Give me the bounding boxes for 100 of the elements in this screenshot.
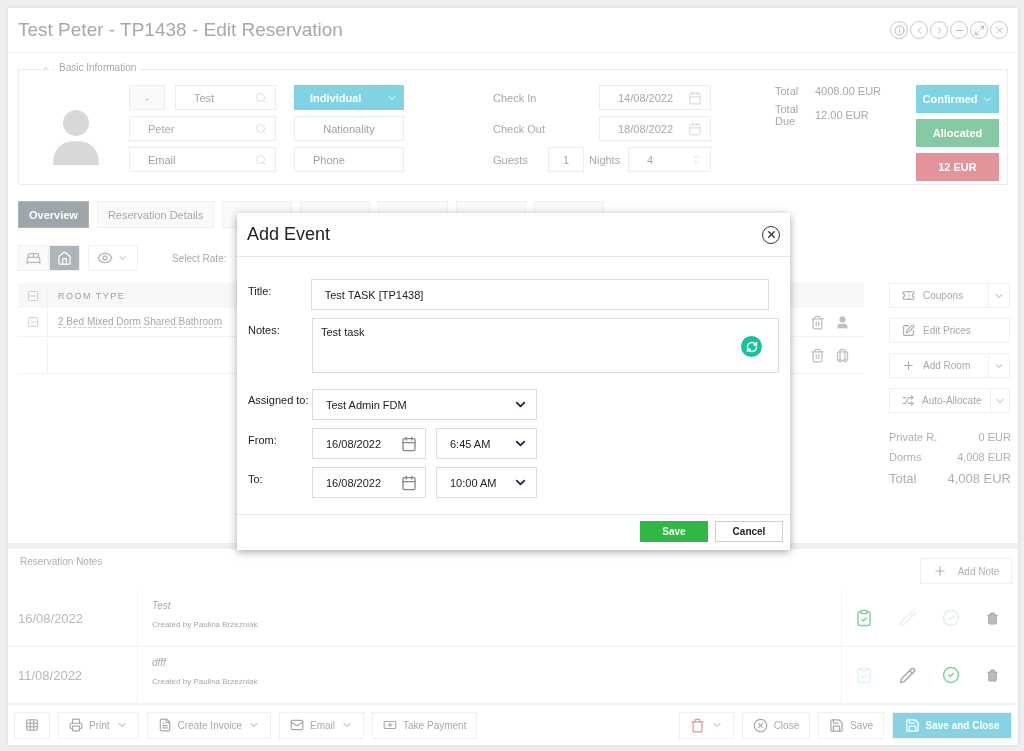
delete-button[interactable]	[678, 711, 734, 739]
save-button[interactable]: Save	[640, 521, 708, 542]
salutation-field[interactable]: -	[129, 85, 165, 110]
summary-value: 4,008 EUR	[957, 451, 1011, 463]
trash-icon[interactable]	[810, 314, 825, 330]
clipboard-check-icon[interactable]	[855, 609, 873, 627]
nights-field[interactable]: 4	[628, 147, 711, 172]
from-date-field[interactable]: 16/08/2022	[312, 428, 426, 459]
tab[interactable]: Overview	[18, 201, 89, 228]
section-title: Basic Information	[55, 62, 141, 73]
bed-view-button[interactable]	[18, 245, 49, 271]
minus-square-icon[interactable]	[26, 289, 39, 302]
trash-icon[interactable]	[986, 668, 999, 682]
luggage-icon[interactable]	[835, 347, 850, 363]
collapse-icon[interactable]	[41, 64, 51, 74]
room-type-link[interactable]: 2 Bed Mixed Dorm Shared Bathroom	[58, 316, 222, 328]
search-icon	[255, 122, 267, 135]
print-button[interactable]: Print	[58, 711, 139, 739]
visibility-button[interactable]	[88, 245, 138, 271]
save-and-close-button[interactable]: Save and Close	[892, 711, 1012, 739]
ticket-icon	[902, 289, 915, 302]
previous-button[interactable]	[910, 21, 928, 39]
first-name-field[interactable]: Test	[175, 85, 276, 110]
assigned-label: Assigned to:	[248, 393, 310, 408]
pencil-icon[interactable]	[899, 666, 916, 684]
note-text: dfff	[152, 657, 168, 668]
eye-icon	[97, 250, 113, 266]
search-icon	[255, 91, 267, 104]
nationality-field[interactable]: Nationality	[294, 116, 404, 141]
save-icon	[904, 717, 920, 733]
document-icon	[157, 718, 172, 732]
person-icon[interactable]	[835, 314, 850, 330]
tab[interactable]: Reservation Details	[96, 201, 215, 228]
expand-icon	[973, 24, 985, 36]
info-button[interactable]	[890, 21, 908, 39]
title-field[interactable]: Test TASK [TP1438]	[310, 279, 769, 310]
trash-icon	[689, 717, 705, 733]
note-text: Test	[152, 600, 172, 611]
assignee-select[interactable]: Test Admin FDM	[312, 389, 537, 420]
notes-label: Notes:	[248, 323, 281, 338]
trash-icon[interactable]	[810, 347, 825, 363]
status-button[interactable]: Allocated	[916, 119, 999, 147]
to-time-select[interactable]: 10:00 AM	[436, 467, 537, 498]
clipboard-check-icon[interactable]	[855, 666, 873, 684]
close-button[interactable]: Close	[741, 711, 811, 739]
guests-field[interactable]: 1	[548, 147, 584, 172]
from-label: From:	[248, 433, 278, 448]
home-view-button[interactable]	[49, 245, 80, 271]
minimize-button[interactable]	[950, 21, 968, 39]
save-button[interactable]: Save	[818, 711, 884, 739]
note-author: Created by Paulina Brzezniak	[152, 620, 259, 629]
nights-label: Nights	[589, 153, 622, 166]
minus-square-icon[interactable]	[26, 316, 39, 328]
close-button[interactable]	[762, 225, 780, 244]
add-note-button[interactable]: Add Note	[920, 558, 1012, 584]
grammar-icon[interactable]	[741, 336, 762, 357]
expand-button[interactable]	[970, 21, 988, 39]
to-label: To:	[248, 472, 264, 487]
next-button[interactable]	[930, 21, 948, 39]
window-title: Test Peter - TP1438 - Edit Reservation	[18, 19, 343, 41]
cancel-button[interactable]: Cancel	[715, 521, 783, 542]
last-name-field[interactable]: Peter	[129, 116, 276, 141]
search-icon	[255, 153, 267, 166]
status-button[interactable]: 12 EUR	[916, 153, 999, 181]
note-date: 16/08/2022	[8, 590, 138, 646]
summary-label: Private R.	[889, 431, 938, 443]
avatar-silhouette	[51, 107, 101, 165]
summary-value: 4,008 EUR	[947, 471, 1011, 486]
from-time-select[interactable]: 6:45 AM	[436, 428, 537, 459]
phone-field[interactable]: Phone	[294, 147, 404, 172]
check-out-field[interactable]: 18/08/2022	[599, 116, 711, 141]
summary-label: Total	[889, 471, 917, 486]
action-button[interactable]: Coupons	[889, 283, 1010, 308]
invoice-button[interactable]: Create Invoice	[146, 711, 272, 739]
action-button[interactable]: Auto-Allocate	[889, 388, 1010, 413]
action-button[interactable]: Edit Prices	[889, 318, 1010, 343]
calendar-icon[interactable]	[401, 435, 417, 452]
save-icon	[829, 717, 845, 733]
calendar-icon[interactable]	[401, 474, 417, 491]
payment-button[interactable]: Take Payment	[372, 711, 478, 739]
email-button[interactable]: Email	[279, 711, 365, 739]
summary-label: Dorms	[889, 451, 922, 463]
email-field[interactable]: Email	[129, 147, 276, 172]
envelope-icon	[290, 718, 305, 732]
notes-title: Reservation Notes	[20, 556, 103, 567]
action-button[interactable]: Add Room	[889, 353, 1010, 378]
notes-field[interactable]: Test task	[312, 318, 779, 373]
check-circle-icon[interactable]	[942, 666, 960, 684]
trash-icon[interactable]	[986, 611, 999, 625]
guest-type-select[interactable]: Individual	[294, 85, 404, 110]
close-icon	[765, 229, 777, 240]
total-label: Total Due	[775, 103, 800, 127]
grid-button[interactable]	[14, 711, 50, 739]
dialog-title: Add Event	[247, 224, 331, 245]
title-label: Title:	[248, 284, 273, 299]
check-in-field[interactable]: 14/08/2022	[599, 85, 711, 110]
plus-icon	[902, 359, 915, 372]
to-date-field[interactable]: 16/08/2022	[312, 467, 426, 498]
bed-icon	[26, 250, 41, 266]
status-button[interactable]: Confirmed	[916, 85, 999, 113]
